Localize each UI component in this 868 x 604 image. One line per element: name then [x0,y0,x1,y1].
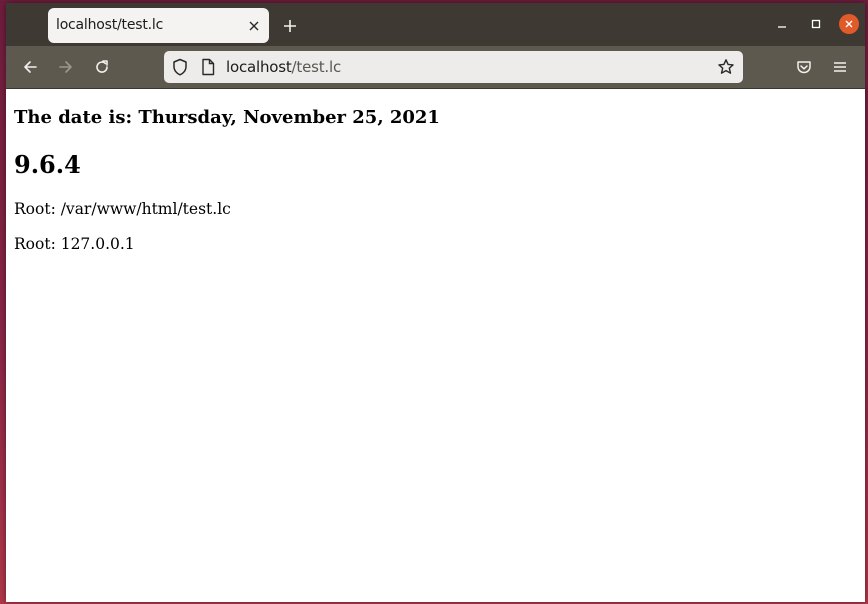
root-path-text: Root: /var/www/html/test.lc [14,200,231,218]
tab-title: localhost/test.lc [56,17,164,33]
date-heading: The date is: Thursday, November 25, 2021 [14,107,440,128]
url-path: /test.lc [291,58,342,76]
tab-bar: localhost/test.lc [6,3,865,46]
maximize-icon[interactable] [805,13,827,35]
hamburger-menu-icon[interactable] [828,55,852,79]
url-text[interactable]: localhost/test.lc [226,58,341,76]
arrow-right-icon[interactable] [54,55,78,79]
minimize-icon[interactable] [771,13,793,35]
version-heading: 9.6.4 [14,150,81,179]
page-icon [201,58,215,80]
star-icon[interactable] [717,58,735,80]
reload-icon[interactable] [90,55,114,79]
pocket-icon[interactable] [792,55,816,79]
shield-icon[interactable] [172,58,188,80]
address-bar[interactable]: localhost/test.lc [164,51,743,83]
page-content: The date is: Thursday, November 25, 2021… [6,89,865,602]
url-host: localhost [226,58,292,76]
window-controls [771,13,859,35]
window-close-icon[interactable] [839,14,859,34]
browser-window: localhost/test.lc localhost/test.lc The … [6,3,865,602]
plus-icon[interactable] [278,14,302,38]
tab-active[interactable]: localhost/test.lc [48,8,269,43]
arrow-left-icon[interactable] [18,55,42,79]
navigation-toolbar: localhost/test.lc [6,46,865,89]
close-icon[interactable] [243,15,265,37]
root-ip-text: Root: 127.0.0.1 [14,235,135,253]
